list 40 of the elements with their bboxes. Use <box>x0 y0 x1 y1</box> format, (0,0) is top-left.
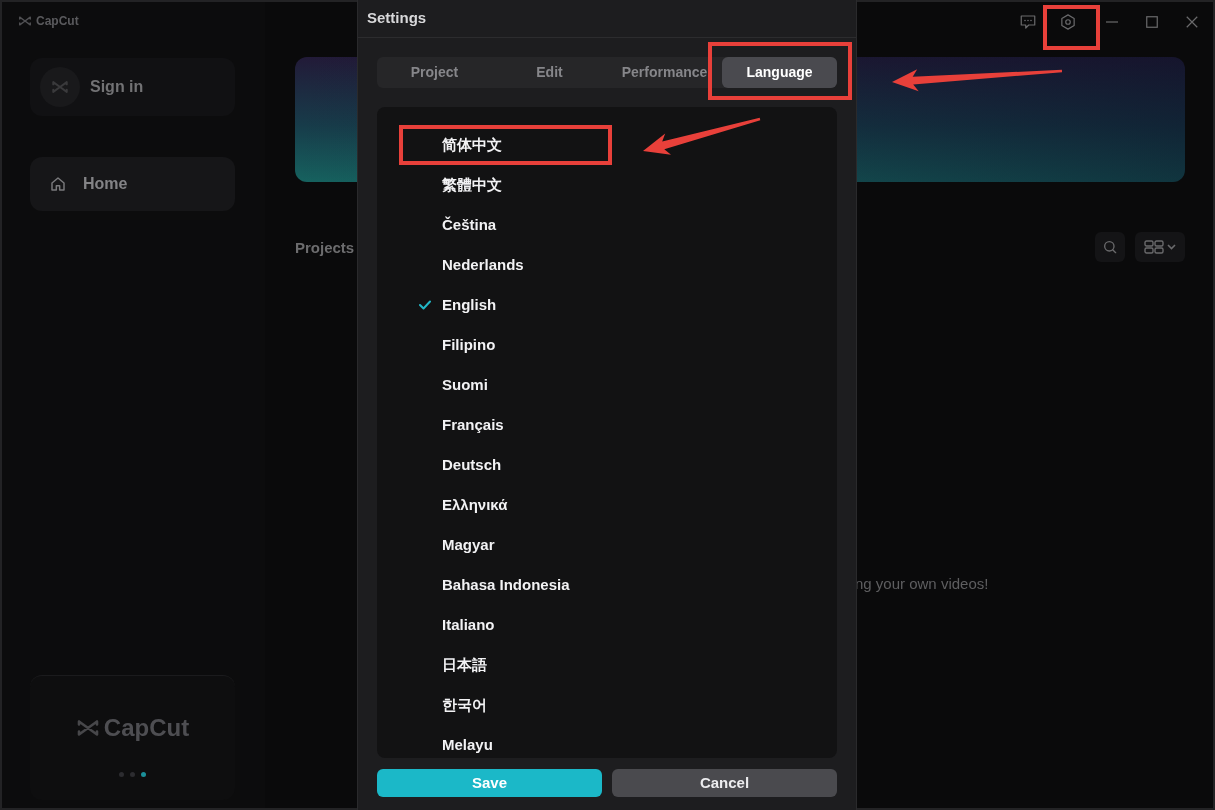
grid-view-icon <box>1144 240 1164 254</box>
language-option[interactable]: Melayu <box>399 733 612 757</box>
sidebar-item[interactable]: Home <box>30 157 235 211</box>
language-option[interactable]: 한국어 <box>399 693 612 717</box>
language-option[interactable]: Čeština <box>399 213 612 237</box>
maximize-icon[interactable] <box>1143 13 1161 31</box>
language-option[interactable]: Italiano <box>399 613 612 637</box>
logo-icon <box>18 14 32 28</box>
home-icon <box>50 176 66 192</box>
language-option[interactable]: Filipino <box>399 333 612 357</box>
language-option[interactable]: 日本語 <box>399 653 612 677</box>
dialog-title: Settings <box>367 8 427 29</box>
language-option[interactable]: Magyar <box>399 533 612 557</box>
language-option[interactable]: Français <box>399 413 612 437</box>
settings-tab[interactable]: Project <box>377 57 492 88</box>
settings-tab[interactable]: Performance <box>607 57 722 88</box>
view-toggle-button[interactable] <box>1135 232 1185 262</box>
language-option[interactable]: 繁體中文 <box>399 173 612 197</box>
search-button[interactable] <box>1095 232 1125 262</box>
logo-text: CapCut <box>36 15 79 27</box>
avatar-icon <box>40 67 80 107</box>
logo-text: CapCut <box>103 716 190 740</box>
settings-icon[interactable] <box>1059 13 1077 31</box>
language-option[interactable]: Deutsch <box>399 453 612 477</box>
language-option[interactable]: Ελληνικά <box>399 493 612 517</box>
language-option[interactable]: Nederlands <box>399 253 612 277</box>
language-option[interactable]: Bahasa Indonesia <box>399 573 612 597</box>
chevron-down-icon <box>1167 244 1176 250</box>
language-option[interactable]: Suomi <box>399 373 612 397</box>
sign-in-card[interactable]: Sign in <box>30 58 235 116</box>
sign-in-label: Sign in <box>90 77 144 97</box>
sidebar-item-label: Home <box>83 174 128 194</box>
cancel-button[interactable]: Cancel <box>612 769 837 797</box>
chat-bubble-icon[interactable] <box>1019 13 1037 31</box>
search-icon <box>1102 239 1118 255</box>
settings-tab[interactable]: Language <box>722 57 837 88</box>
settings-tab[interactable]: Edit <box>492 57 607 88</box>
language-option[interactable]: English <box>399 293 612 317</box>
language-option[interactable]: 简体中文 <box>399 133 612 157</box>
section-title: Projects <box>295 239 355 255</box>
